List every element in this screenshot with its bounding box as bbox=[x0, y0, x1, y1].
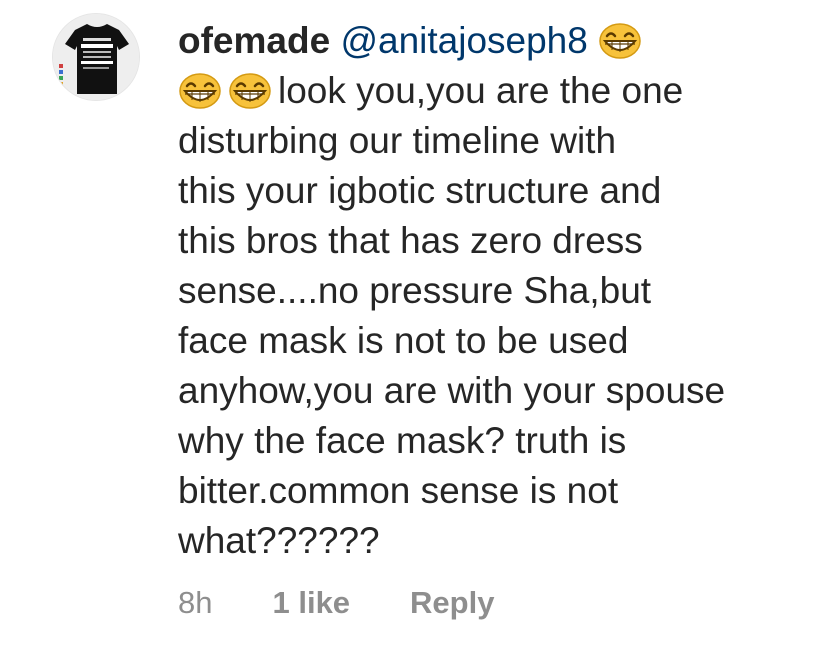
comment-text-line1: look you,you are the one bbox=[278, 70, 684, 111]
comment-timestamp: 8h bbox=[178, 585, 213, 620]
grinning-face-icon bbox=[598, 23, 642, 59]
comment-text-rest: disturbing our timeline with this your i… bbox=[178, 120, 726, 561]
comment-username[interactable]: ofemade bbox=[178, 20, 330, 61]
comment-text: ofemade @anitajoseph8 look you,you are t… bbox=[178, 16, 818, 566]
comment-body: ofemade @anitajoseph8 look you,you are t… bbox=[178, 16, 818, 566]
comment-meta: 8h 1 like Reply bbox=[178, 585, 494, 621]
comment-item: ofemade @anitajoseph8 look you,you are t… bbox=[0, 0, 836, 665]
avatar[interactable] bbox=[52, 13, 140, 101]
comment-mention[interactable]: @anitajoseph8 bbox=[340, 20, 587, 61]
comment-likes-count[interactable]: 1 like bbox=[272, 585, 350, 621]
grinning-face-icon bbox=[178, 73, 222, 109]
grinning-face-icon bbox=[228, 73, 272, 109]
reply-button[interactable]: Reply bbox=[410, 585, 494, 621]
profile-avatar-tshirt-icon bbox=[53, 14, 139, 100]
